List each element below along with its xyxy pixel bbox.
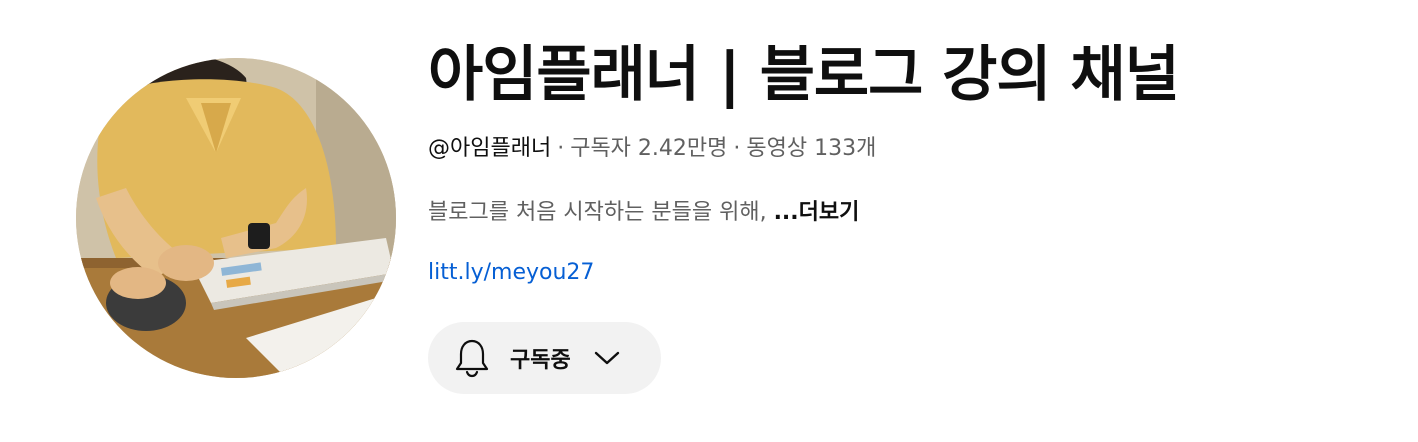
channel-header: 아임플래너 | 블로그 강의 채널 @아임플래너 · 구독자 2.42만명 · 동영상 … xyxy=(0,0,1418,442)
channel-info: 아임플래너 | 블로그 강의 채널 @아임플래너 · 구독자 2.42만명 · 동영상 … xyxy=(428,30,1398,290)
channel-description[interactable]: 블로그를 처음 시작하는 분들을 위해, ...더보기 xyxy=(428,196,1398,230)
subscriber-count: 구독자 2.42만명 xyxy=(570,136,728,161)
channel-handle: @아임플래너 xyxy=(428,136,552,161)
channel-avatar[interactable] xyxy=(76,58,396,378)
bell-icon xyxy=(455,339,489,378)
channel-meta: @아임플래너 · 구독자 2.42만명 · 동영상 133개 xyxy=(428,132,1398,166)
subscribed-label: 구독중 xyxy=(510,348,571,373)
more-link[interactable]: ...더보기 xyxy=(774,200,860,225)
chevron-down-icon xyxy=(594,351,619,365)
avatar-photo xyxy=(76,58,396,378)
channel-title: 아임플래너 | 블로그 강의 채널 xyxy=(428,40,1180,110)
meta-separator: · xyxy=(733,136,741,161)
description-text: 블로그를 처음 시작하는 분들을 위해, xyxy=(428,200,774,225)
video-count: 동영상 133개 xyxy=(746,136,877,161)
channel-link[interactable]: litt.ly/meyou27 xyxy=(428,256,594,290)
subscribed-button[interactable]: 구독중 xyxy=(428,322,661,394)
meta-separator: · xyxy=(557,136,565,161)
